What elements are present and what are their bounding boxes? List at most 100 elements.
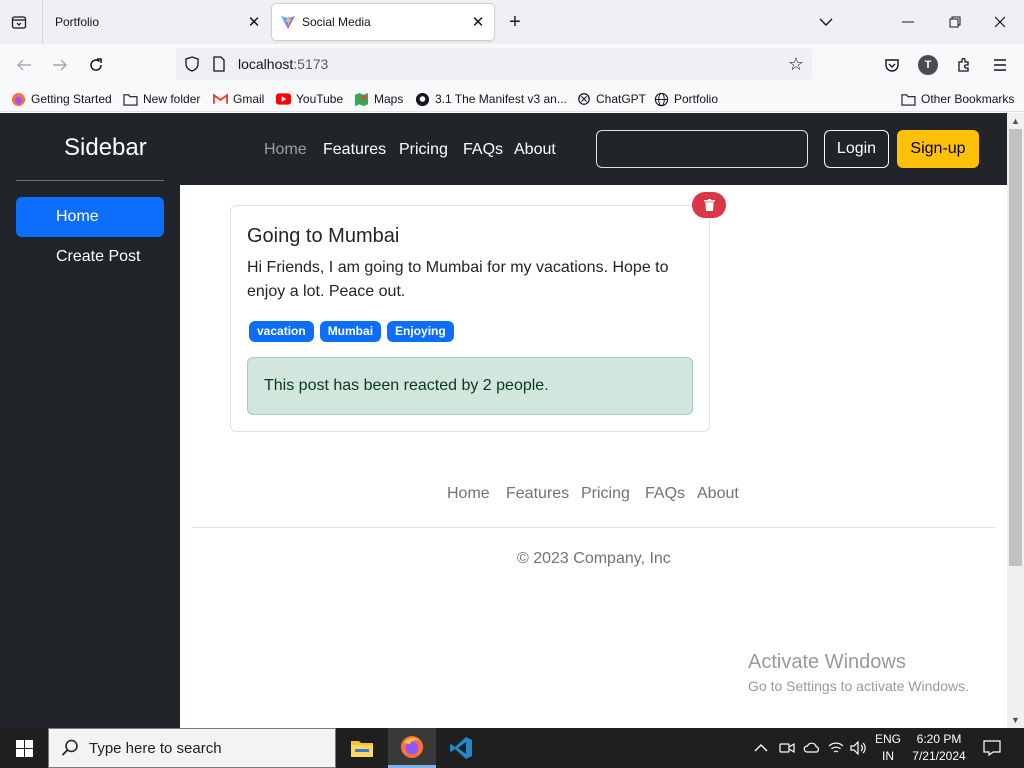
- region-code: IN: [882, 749, 894, 763]
- bookmark-star-icon[interactable]: ☆: [788, 54, 804, 75]
- app-menu-icon[interactable]: [989, 54, 1011, 76]
- top-header: Home Features Pricing FAQs About Login S…: [180, 113, 1007, 185]
- sidebar-item-create-post[interactable]: Create Post: [16, 237, 164, 277]
- search-input[interactable]: [596, 130, 808, 168]
- forward-icon[interactable]: [49, 54, 71, 76]
- bookmark-chatgpt[interactable]: ChatGPT: [576, 90, 646, 108]
- list-all-tabs-icon[interactable]: [816, 12, 836, 32]
- bookmark-label: YouTube: [296, 92, 344, 106]
- onedrive-icon[interactable]: [803, 728, 821, 768]
- windows-start-icon[interactable]: [0, 728, 48, 768]
- sidebar-divider: [16, 180, 164, 181]
- footer-nav-faqs[interactable]: FAQs: [645, 485, 685, 503]
- scrollbar-thumb[interactable]: [1009, 129, 1022, 566]
- close-window-icon[interactable]: [990, 12, 1010, 32]
- header-nav-home[interactable]: Home: [264, 141, 307, 159]
- vite-favicon-icon: [280, 14, 296, 30]
- bookmark-label: Getting Started: [31, 92, 112, 106]
- post-tags: vacation Mumbai Enjoying: [249, 321, 454, 342]
- bookmark-portfolio[interactable]: Portfolio: [654, 90, 718, 108]
- firefox-icon: [11, 92, 26, 107]
- file-explorer-icon[interactable]: [338, 728, 386, 768]
- header-nav-pricing[interactable]: Pricing: [399, 141, 448, 159]
- close-tab-icon[interactable]: ✕: [470, 14, 486, 31]
- footer-nav-about[interactable]: About: [697, 485, 739, 503]
- bookmark-label: 3.1 The Manifest v3 an...: [435, 92, 567, 106]
- post-title: Going to Mumbai: [247, 225, 400, 247]
- back-icon[interactable]: [13, 54, 35, 76]
- input-language-indicator[interactable]: ENG IN: [872, 731, 904, 765]
- header-nav-about[interactable]: About: [514, 141, 556, 159]
- taskbar-search-box[interactable]: Type here to search: [48, 728, 336, 768]
- volume-icon[interactable]: [850, 728, 867, 768]
- pocket-icon[interactable]: [881, 54, 903, 76]
- signup-button[interactable]: Sign-up: [897, 130, 979, 168]
- bookmark-manifest[interactable]: 3.1 The Manifest v3 an...: [415, 90, 567, 108]
- browser-tab-bar: Portfolio ✕ Social Media ✕ +: [0, 0, 1024, 44]
- minimize-icon[interactable]: [898, 12, 918, 32]
- search-icon: [61, 739, 78, 756]
- wifi-icon[interactable]: [828, 728, 844, 768]
- page-viewport: Sidebar Home Create Post Home Features P…: [0, 113, 1007, 728]
- sidebar-item-home[interactable]: Home: [16, 197, 164, 237]
- gmail-icon: [213, 92, 228, 107]
- tracking-protection-shield-icon[interactable]: [184, 56, 200, 77]
- scroll-down-icon[interactable]: ▼: [1007, 713, 1024, 727]
- watermark-title: Activate Windows: [748, 651, 906, 673]
- url-host: localhost: [238, 56, 294, 72]
- url-bar[interactable]: localhost:5173 ☆: [176, 48, 812, 80]
- tab-separator: [42, 0, 43, 44]
- meet-now-icon[interactable]: [779, 728, 795, 768]
- account-avatar[interactable]: T: [918, 55, 938, 75]
- other-bookmarks[interactable]: Other Bookmarks: [901, 90, 1014, 108]
- taskbar-search-placeholder: Type here to search: [89, 739, 222, 757]
- login-button[interactable]: Login: [824, 130, 889, 168]
- restore-icon[interactable]: [945, 12, 965, 32]
- bookmark-new-folder[interactable]: New folder: [123, 90, 200, 108]
- footer-divider: [192, 527, 995, 528]
- bookmark-label: Portfolio: [674, 92, 719, 106]
- activate-windows-watermark: Activate Windows Go to Settings to activ…: [748, 651, 969, 694]
- github-icon: [415, 92, 430, 107]
- reload-icon[interactable]: [85, 54, 107, 76]
- close-tab-icon[interactable]: ✕: [246, 14, 262, 31]
- maps-icon: [354, 92, 369, 107]
- taskbar-clock[interactable]: 6:20 PM 7/21/2024: [902, 731, 976, 765]
- header-nav-faqs[interactable]: FAQs: [463, 141, 503, 159]
- bookmark-youtube[interactable]: YouTube: [276, 90, 343, 108]
- extensions-icon[interactable]: [953, 54, 975, 76]
- tag-badge: vacation: [249, 321, 314, 342]
- new-tab-icon[interactable]: +: [504, 12, 526, 34]
- tag-badge: Enjoying: [387, 321, 454, 342]
- globe-icon: [654, 92, 669, 107]
- page-scrollbar[interactable]: ▲ ▼: [1007, 113, 1024, 728]
- footer-nav-home[interactable]: Home: [447, 485, 490, 503]
- footer-nav-pricing[interactable]: Pricing: [581, 485, 630, 503]
- bookmark-getting-started[interactable]: Getting Started: [11, 90, 112, 108]
- tab-social-media[interactable]: Social Media ✕: [272, 4, 494, 40]
- show-hidden-icons-chevron-icon[interactable]: [754, 728, 768, 768]
- footer-nav-features[interactable]: Features: [506, 485, 569, 503]
- notifications-icon[interactable]: [983, 728, 1001, 768]
- firefox-taskbar-icon[interactable]: [388, 728, 436, 768]
- post-body: Hi Friends, I am going to Mumbai for my …: [247, 259, 669, 300]
- bookmark-label: ChatGPT: [596, 92, 647, 106]
- tab-portfolio[interactable]: Portfolio ✕: [44, 4, 270, 40]
- scroll-up-icon[interactable]: ▲: [1007, 114, 1024, 128]
- page-info-icon[interactable]: [212, 56, 226, 77]
- delete-post-button[interactable]: [692, 192, 726, 218]
- sidebar: Sidebar Home Create Post: [0, 113, 180, 728]
- chatgpt-icon: [576, 92, 591, 107]
- bookmark-label: Other Bookmarks: [921, 92, 1015, 106]
- tab-list-icon[interactable]: [8, 12, 30, 32]
- bookmark-maps[interactable]: Maps: [354, 90, 403, 108]
- bookmark-label: Gmail: [233, 92, 265, 106]
- sidebar-brand[interactable]: Sidebar: [64, 134, 147, 162]
- vscode-icon[interactable]: [437, 728, 485, 768]
- tab-title: Portfolio: [55, 15, 100, 29]
- bookmark-gmail[interactable]: Gmail: [213, 90, 264, 108]
- folder-icon: [901, 92, 916, 107]
- url-text: localhost:5173: [238, 56, 328, 72]
- header-nav-features[interactable]: Features: [323, 141, 386, 159]
- tag-badge: Mumbai: [319, 321, 382, 342]
